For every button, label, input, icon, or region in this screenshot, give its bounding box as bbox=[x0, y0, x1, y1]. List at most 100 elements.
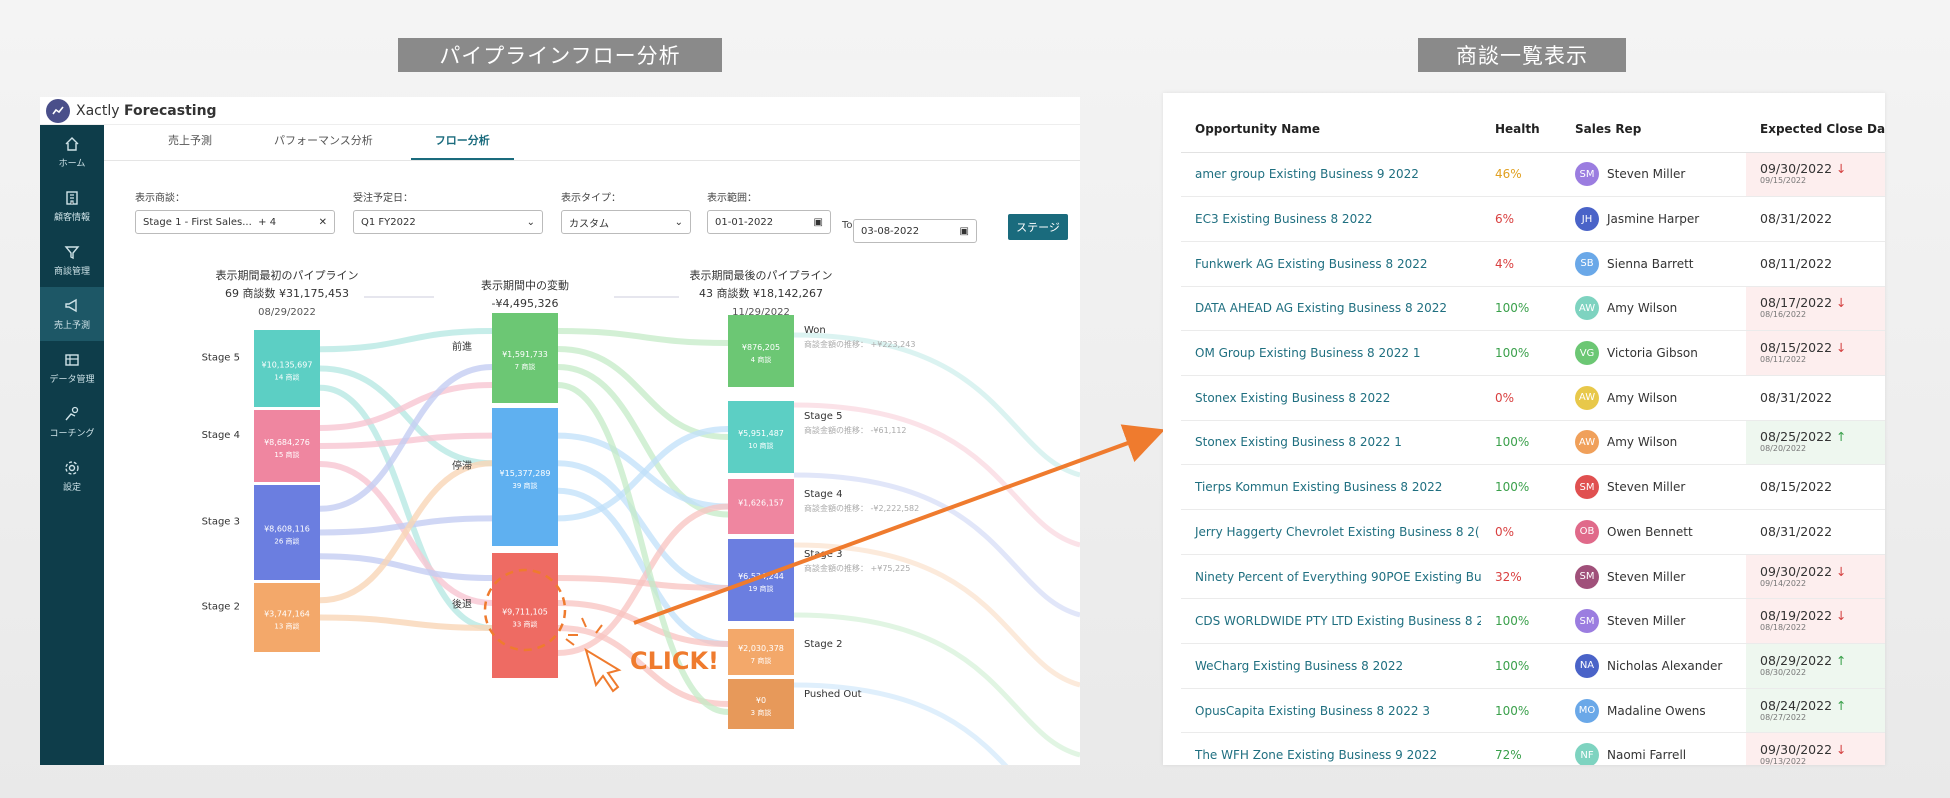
type-filter-select[interactable]: カスタム ⌄ bbox=[561, 210, 691, 234]
opportunity-name[interactable]: Tierps Kommun Existing Business 8 2022 bbox=[1181, 464, 1481, 510]
avatar: SM bbox=[1575, 475, 1599, 500]
table-row[interactable]: EC3 Existing Business 8 2022 6% JH Jasmin… bbox=[1181, 196, 1885, 242]
opportunity-name[interactable]: Stonex Existing Business 8 2022 1 bbox=[1181, 420, 1481, 466]
close-date: 09/30/2022 ↓ 09/14/2022 bbox=[1746, 554, 1885, 600]
stage-filter-value: Stage 1 - First Sales... bbox=[143, 216, 252, 228]
close-date-previous: 08/18/2022 bbox=[1760, 623, 1807, 633]
avatar: JH bbox=[1575, 207, 1599, 232]
sales-rep-name: Madaline Owens bbox=[1607, 703, 1706, 718]
close-date: 08/24/2022 ↑ 08/27/2022 bbox=[1746, 688, 1885, 734]
range-to-input[interactable]: 03-08-2022 ▣ bbox=[853, 219, 977, 243]
avatar: NF bbox=[1575, 743, 1599, 765]
sales-rep-name: Amy Wilson bbox=[1607, 301, 1678, 316]
clear-icon[interactable]: ✕ bbox=[319, 217, 327, 228]
health-value: 100% bbox=[1481, 598, 1561, 645]
mid-column-title: 表示期間中の変動 bbox=[481, 278, 569, 292]
nav-item-label: ホーム bbox=[58, 159, 86, 169]
calendar-icon[interactable]: ▣ bbox=[960, 226, 969, 237]
table-row[interactable]: CDS WORLDWIDE PTY LTD Existing Business … bbox=[1181, 598, 1885, 645]
column-header[interactable]: Sales Rep bbox=[1561, 107, 1746, 153]
date-filter-select[interactable]: Q1 FY2022 ⌄ bbox=[353, 210, 543, 234]
tab[interactable]: フロー分析 bbox=[410, 132, 514, 160]
right-stage-node-count: 19 商談 bbox=[748, 584, 773, 593]
close-date: 08/15/2022 bbox=[1746, 464, 1885, 510]
column-header[interactable]: Expected Close Date bbox=[1746, 107, 1885, 153]
sales-rep-name: Steven Miller bbox=[1607, 167, 1686, 182]
table-row[interactable]: OpusCapita Existing Business 8 2022 3 10… bbox=[1181, 688, 1885, 734]
table-row[interactable]: Ninety Percent of Everything 90POE Exist… bbox=[1181, 554, 1885, 600]
opportunity-name[interactable]: OM Group Existing Business 8 2022 1 bbox=[1181, 330, 1481, 376]
sales-rep: SM Steven Miller bbox=[1561, 554, 1746, 600]
table-row[interactable]: The WFH Zone Existing Business 9 2022 72… bbox=[1181, 732, 1885, 765]
filter-bar: 表示商談： Stage 1 - First Sales... + 4 ✕ 受注予… bbox=[135, 189, 1080, 243]
right-stage-node-amount: ¥0 bbox=[756, 696, 766, 705]
left-stage-node-amount: ¥10,135,697 bbox=[262, 361, 313, 370]
table-row[interactable]: Tierps Kommun Existing Business 8 2022 1… bbox=[1181, 464, 1885, 510]
avatar: SM bbox=[1575, 162, 1599, 187]
mid-column-summary: -¥4,495,326 bbox=[492, 297, 559, 310]
home-icon bbox=[65, 137, 79, 151]
tab[interactable]: 売上予測 bbox=[144, 132, 236, 160]
avatar: SM bbox=[1575, 609, 1599, 634]
opportunity-name[interactable]: CDS WORLDWIDE PTY LTD Existing Business … bbox=[1181, 598, 1481, 645]
column-header[interactable]: Opportunity Name bbox=[1181, 107, 1481, 153]
left-stage-node-amount: ¥8,684,276 bbox=[264, 438, 310, 447]
right-stage-label: Stage 5 bbox=[804, 411, 842, 422]
opportunity-name[interactable]: DATA AHEAD AG Existing Business 8 2022 bbox=[1181, 286, 1481, 332]
left-column-title: 表示期間最初のパイプライン bbox=[216, 268, 359, 282]
table-row[interactable]: WeCharg Existing Business 8 2022 100% NA… bbox=[1181, 643, 1885, 689]
megaphone-icon bbox=[65, 298, 77, 313]
close-date: 09/30/2022 ↓ 09/13/2022 bbox=[1746, 732, 1885, 765]
calendar-icon[interactable]: ▣ bbox=[814, 217, 823, 228]
health-value: 100% bbox=[1481, 420, 1561, 466]
sales-rep-name: Steven Miller bbox=[1607, 569, 1686, 584]
right-stage-delta: 商談金額の推移： +¥223,243 bbox=[804, 339, 915, 349]
stage-button[interactable]: ステージ bbox=[1008, 214, 1068, 240]
chevron-down-icon: ⌄ bbox=[674, 216, 683, 228]
opportunity-name[interactable]: EC3 Existing Business 8 2022 bbox=[1181, 196, 1481, 242]
opportunity-name[interactable]: OpusCapita Existing Business 8 2022 3 bbox=[1181, 688, 1481, 734]
column-header[interactable]: Health bbox=[1481, 107, 1561, 153]
table-row[interactable]: Stonex Existing Business 8 2022 1 100% A… bbox=[1181, 420, 1885, 466]
table-row[interactable]: OM Group Existing Business 8 2022 1 100%… bbox=[1181, 330, 1885, 376]
right-stage-node-amount: ¥5,951,487 bbox=[738, 429, 784, 438]
nav-item-label: 顧客情報 bbox=[53, 213, 90, 223]
right-stage-label: Stage 2 bbox=[804, 639, 842, 650]
arrow-down-icon: ↓ bbox=[1836, 295, 1847, 311]
nav-item[interactable]: 設定 bbox=[40, 449, 104, 503]
opportunity-name[interactable]: Funkwerk AG Existing Business 8 2022 bbox=[1181, 241, 1481, 287]
arrow-down-icon: ↓ bbox=[1836, 340, 1847, 356]
table-row[interactable]: Funkwerk AG Existing Business 8 2022 4% … bbox=[1181, 241, 1885, 287]
left-stage-label: Stage 3 bbox=[202, 517, 240, 528]
nav-item[interactable]: コーチング bbox=[40, 395, 104, 449]
opportunity-name[interactable]: The WFH Zone Existing Business 9 2022 bbox=[1181, 732, 1481, 765]
nav-item-label: データ管理 bbox=[49, 375, 95, 385]
right-stage-node-amount: ¥2,030,378 bbox=[738, 644, 784, 653]
opportunity-name[interactable]: WeCharg Existing Business 8 2022 bbox=[1181, 643, 1481, 689]
range-filter-label: 表示範囲： bbox=[707, 193, 757, 204]
health-value: 100% bbox=[1481, 643, 1561, 689]
nav-item[interactable]: 売上予測 bbox=[40, 287, 104, 341]
range-from-input[interactable]: 01-01-2022 ▣ bbox=[707, 210, 831, 234]
opportunity-name[interactable]: Stonex Existing Business 8 2022 bbox=[1181, 375, 1481, 421]
right-stage-label: Won bbox=[804, 325, 826, 336]
table-row[interactable]: amer group Existing Business 9 2022 46% … bbox=[1181, 152, 1885, 198]
stage-filter-select[interactable]: Stage 1 - First Sales... + 4 ✕ bbox=[135, 210, 335, 234]
nav-item[interactable]: 顧客情報 bbox=[40, 179, 104, 233]
sales-rep: SM Steven Miller bbox=[1561, 152, 1746, 198]
table-row[interactable]: DATA AHEAD AG Existing Business 8 2022 1… bbox=[1181, 286, 1885, 332]
sales-rep-name: Amy Wilson bbox=[1607, 390, 1678, 405]
opportunity-name[interactable]: Jerry Haggerty Chevrolet Existing Busine… bbox=[1181, 509, 1481, 555]
nav-item[interactable]: データ管理 bbox=[40, 341, 104, 395]
nav-item[interactable]: ホーム bbox=[40, 125, 104, 179]
close-date-previous: 09/14/2022 bbox=[1760, 578, 1807, 588]
opportunity-name[interactable]: amer group Existing Business 9 2022 bbox=[1181, 152, 1481, 198]
opportunity-name[interactable]: Ninety Percent of Everything 90POE Exist… bbox=[1181, 554, 1481, 600]
tab[interactable]: パフォーマンス分析 bbox=[250, 132, 397, 160]
nav-item[interactable]: 商談管理 bbox=[40, 233, 104, 287]
gear-icon bbox=[65, 461, 79, 475]
chevron-down-icon: ⌄ bbox=[526, 216, 535, 228]
table-row[interactable]: Stonex Existing Business 8 2022 0% AW Amy… bbox=[1181, 375, 1885, 421]
click-label: CLICK! bbox=[630, 647, 719, 675]
table-row[interactable]: Jerry Haggerty Chevrolet Existing Busine… bbox=[1181, 509, 1885, 555]
